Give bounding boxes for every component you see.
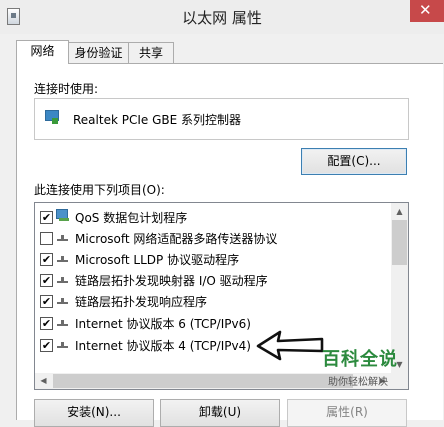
configure-button[interactable]: 配置(C)... [301,148,407,175]
watermark: 百科全说 助你轻松解决 [318,345,438,395]
scroll-left-icon[interactable]: ◀ [35,373,52,389]
item-checkbox[interactable]: ✔ [40,253,53,266]
protocol-icon [56,294,69,307]
annotation-arrow-icon [256,330,324,361]
adapter-box: Realtek PCIe GBE 系列控制器 [34,98,409,140]
item-checkbox[interactable]: ✔ [40,339,53,352]
protocol-icon [56,231,69,244]
item-checkbox[interactable]: ✔ [40,295,53,308]
install-button[interactable]: 安装(N)... [34,399,154,427]
properties-button[interactable]: 属性(R) [287,399,407,427]
item-label: QoS 数据包计划程序 [75,211,188,225]
window-title: 以太网 属性 [182,9,262,27]
qos-icon [56,209,70,222]
item-checkbox[interactable]: ✔ [40,317,53,330]
protocol-icon [56,338,69,351]
list-item-lltd-responder[interactable]: ✔ 链路层拓扑发现响应程序 [35,291,391,311]
list-item-ipv6[interactable]: ✔ Internet 协议版本 6 (TCP/IPv6) [35,313,391,333]
vertical-scroll-thumb[interactable] [392,220,407,265]
list-item-lltd-mapper[interactable]: ✔ 链路层拓扑发现映射器 I/O 驱动程序 [35,270,391,290]
list-item-multiplexor[interactable]: Microsoft 网络适配器多路传送器协议 [35,228,391,248]
protocol-icon [56,316,69,329]
close-button[interactable]: ✕ [410,0,444,22]
item-label: Microsoft 网络适配器多路传送器协议 [75,232,278,246]
scroll-up-icon[interactable]: ▲ [391,203,408,220]
tab-network[interactable]: 网络 [16,40,69,64]
tab-sharing[interactable]: 共享 [128,42,174,63]
connect-using-label: 连接时使用: [34,82,99,96]
tab-authentication[interactable]: 身份验证 [67,42,130,63]
items-label: 此连接使用下列项目(O): [34,183,165,197]
watermark-tagline: 助你轻松解决 [328,377,388,388]
item-checkbox[interactable]: ✔ [40,274,53,287]
close-icon: ✕ [419,1,432,19]
item-label: Internet 协议版本 6 (TCP/IPv6) [75,317,251,331]
item-checkbox[interactable]: ✔ [40,211,53,224]
item-label: 链路层拓扑发现映射器 I/O 驱动程序 [75,274,268,288]
item-label: 链路层拓扑发现响应程序 [75,295,208,309]
item-checkbox[interactable] [40,232,53,245]
list-item-lldp[interactable]: ✔ Microsoft LLDP 协议驱动程序 [35,249,391,269]
item-label: Internet 协议版本 4 (TCP/IPv4) [75,339,251,353]
uninstall-button[interactable]: 卸载(U) [160,399,280,427]
adapter-name: Realtek PCIe GBE 系列控制器 [73,113,242,127]
network-adapter-icon [45,110,59,124]
list-item-qos[interactable]: ✔ QoS 数据包计划程序 [35,207,391,227]
watermark-brand: 百科全说 [322,349,398,370]
protocol-icon [56,252,69,265]
protocol-icon [56,273,69,286]
title-bar: 以太网 属性 ✕ [0,0,444,34]
item-label: Microsoft LLDP 协议驱动程序 [75,253,240,267]
horizontal-scroll-thumb[interactable] [53,374,353,388]
